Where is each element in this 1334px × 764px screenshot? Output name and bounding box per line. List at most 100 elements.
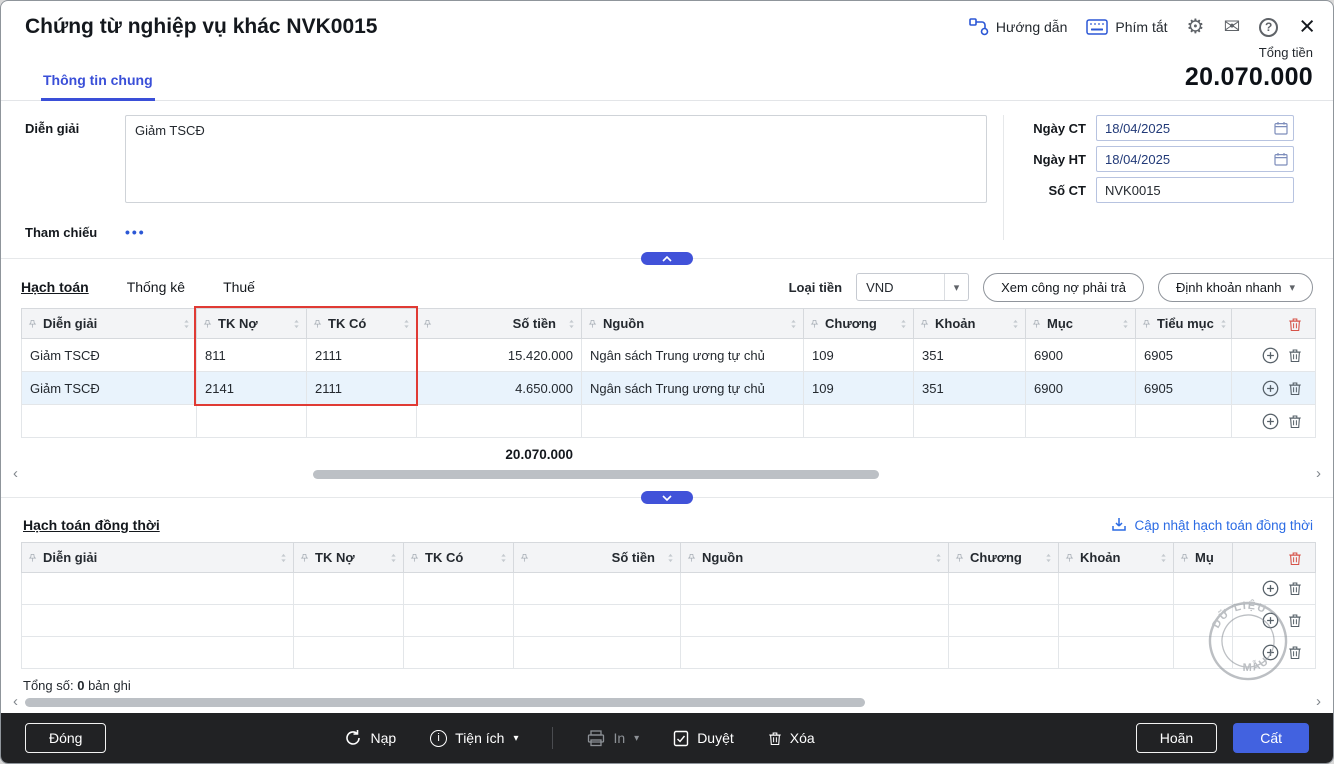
- cell-tk-no[interactable]: 2141: [197, 372, 307, 405]
- col-so-tien[interactable]: Số tiền: [417, 309, 582, 339]
- accounting-h-scrollbar[interactable]: ‹ ›: [25, 469, 1309, 481]
- add-row-icon[interactable]: [1262, 347, 1279, 364]
- cell-empty[interactable]: [514, 573, 681, 605]
- reload-button[interactable]: Nạp: [344, 729, 396, 747]
- cell-amount[interactable]: 4.650.000: [417, 372, 582, 405]
- add-row-icon[interactable]: [1262, 644, 1279, 661]
- guide-button[interactable]: Hướng dẫn: [969, 18, 1067, 36]
- cell-source[interactable]: Ngân sách Trung ương tự chủ: [582, 372, 804, 405]
- col-delete-all[interactable]: [1233, 543, 1316, 573]
- settings-icon[interactable]: ⚙: [1187, 17, 1205, 37]
- cell-desc[interactable]: Giảm TSCĐ: [22, 339, 197, 372]
- utilities-button[interactable]: i Tiện ích ▾: [430, 730, 518, 747]
- col-khoan[interactable]: Khoản: [914, 309, 1026, 339]
- simultaneous-row-empty[interactable]: [22, 573, 1316, 605]
- col-dien-giai[interactable]: Diễn giải: [22, 309, 197, 339]
- cell-empty[interactable]: [22, 405, 197, 438]
- cell-empty[interactable]: [197, 405, 307, 438]
- scroll-left-icon[interactable]: ‹: [13, 466, 18, 481]
- cell-empty[interactable]: [417, 405, 582, 438]
- cell-source[interactable]: Ngân sách Trung ương tự chủ: [582, 339, 804, 372]
- col-muc-truncated[interactable]: Mụ: [1174, 543, 1233, 573]
- col-muc[interactable]: Mục: [1026, 309, 1136, 339]
- cell-empty[interactable]: [1059, 605, 1174, 637]
- cell-khoan[interactable]: 351: [914, 372, 1026, 405]
- cell-empty[interactable]: [1174, 573, 1233, 605]
- col-nguon[interactable]: Nguồn: [681, 543, 949, 573]
- cell-tk-co[interactable]: 2111: [307, 339, 417, 372]
- cell-muc[interactable]: 6900: [1026, 372, 1136, 405]
- cell-empty[interactable]: [404, 573, 514, 605]
- doc-date-input[interactable]: [1096, 115, 1294, 141]
- cell-tieu-muc[interactable]: 6905: [1136, 372, 1232, 405]
- add-row-icon[interactable]: [1262, 413, 1279, 430]
- print-button[interactable]: In ▾: [587, 730, 639, 747]
- cell-desc[interactable]: Giảm TSCĐ: [22, 372, 197, 405]
- col-tk-no[interactable]: TK Nợ: [294, 543, 404, 573]
- scrollbar-thumb[interactable]: [25, 698, 865, 707]
- tab-hach-toan[interactable]: Hạch toán: [21, 279, 89, 295]
- col-nguon[interactable]: Nguồn: [582, 309, 804, 339]
- scroll-right-icon[interactable]: ›: [1316, 466, 1321, 481]
- cell-empty[interactable]: [1059, 637, 1174, 669]
- add-row-icon[interactable]: [1262, 580, 1279, 597]
- delete-all-icon[interactable]: [1288, 551, 1302, 566]
- cell-empty[interactable]: [949, 637, 1059, 669]
- cell-empty[interactable]: [914, 405, 1026, 438]
- calendar-icon[interactable]: [1274, 121, 1288, 135]
- feedback-mail-icon[interactable]: ✉: [1223, 17, 1240, 37]
- quick-posting-button[interactable]: Định khoản nhanh ▾: [1158, 273, 1313, 302]
- currency-select[interactable]: VND ▾: [856, 273, 969, 301]
- scroll-right-icon[interactable]: ›: [1316, 694, 1321, 709]
- cell-empty[interactable]: [949, 573, 1059, 605]
- col-tieu-muc[interactable]: Tiểu mục: [1136, 309, 1232, 339]
- cell-tieu-muc[interactable]: 6905: [1136, 339, 1232, 372]
- delete-row-icon[interactable]: [1288, 381, 1302, 396]
- cell-muc[interactable]: 6900: [1026, 339, 1136, 372]
- help-icon[interactable]: ?: [1259, 18, 1278, 37]
- approve-button[interactable]: Duyệt: [673, 730, 734, 747]
- col-dien-giai[interactable]: Diễn giải: [22, 543, 294, 573]
- simultaneous-row-empty[interactable]: [22, 605, 1316, 637]
- description-input[interactable]: Giảm TSCĐ: [125, 115, 987, 203]
- col-khoan[interactable]: Khoản: [1059, 543, 1174, 573]
- col-tk-co[interactable]: TK Có: [307, 309, 417, 339]
- simultaneous-row-empty[interactable]: [22, 637, 1316, 669]
- delete-row-icon[interactable]: [1288, 613, 1302, 628]
- cell-chuong[interactable]: 109: [804, 339, 914, 372]
- delete-row-icon[interactable]: [1288, 414, 1302, 429]
- col-chuong[interactable]: Chương: [949, 543, 1059, 573]
- cell-empty[interactable]: [1026, 405, 1136, 438]
- view-debt-button[interactable]: Xem công nợ phải trả: [983, 273, 1144, 302]
- cell-empty[interactable]: [22, 573, 294, 605]
- add-row-icon[interactable]: [1262, 612, 1279, 629]
- cell-empty[interactable]: [1059, 573, 1174, 605]
- post-date-input[interactable]: [1096, 146, 1294, 172]
- shortcuts-button[interactable]: Phím tắt: [1086, 19, 1167, 35]
- cell-empty[interactable]: [514, 637, 681, 669]
- cell-chuong[interactable]: 109: [804, 372, 914, 405]
- tab-thue[interactable]: Thuế: [223, 279, 255, 295]
- cell-empty[interactable]: [404, 637, 514, 669]
- delete-row-icon[interactable]: [1288, 645, 1302, 660]
- cell-empty[interactable]: [582, 405, 804, 438]
- cell-empty[interactable]: [804, 405, 914, 438]
- cell-empty[interactable]: [1174, 605, 1233, 637]
- cell-tk-no[interactable]: 811: [197, 339, 307, 372]
- delete-all-icon[interactable]: [1288, 317, 1302, 332]
- accounting-row-1[interactable]: Giảm TSCĐ 811 2111 15.420.000 Ngân sách …: [22, 339, 1316, 372]
- doc-number-input[interactable]: [1096, 177, 1294, 203]
- cell-empty[interactable]: [294, 637, 404, 669]
- cell-empty[interactable]: [22, 605, 294, 637]
- cell-empty[interactable]: [307, 405, 417, 438]
- simultaneous-title[interactable]: Hạch toán đồng thời: [23, 517, 160, 533]
- col-chuong[interactable]: Chương: [804, 309, 914, 339]
- close-icon[interactable]: ×: [1299, 16, 1315, 38]
- cell-empty[interactable]: [404, 605, 514, 637]
- save-button[interactable]: Cất: [1233, 723, 1309, 753]
- reference-more-button[interactable]: •••: [125, 220, 146, 240]
- accounting-row-2[interactable]: Giảm TSCĐ 2141 2111 4.650.000 Ngân sách …: [22, 372, 1316, 405]
- cell-empty[interactable]: [294, 573, 404, 605]
- collapse-down-button[interactable]: [641, 491, 693, 504]
- cell-empty[interactable]: [681, 573, 949, 605]
